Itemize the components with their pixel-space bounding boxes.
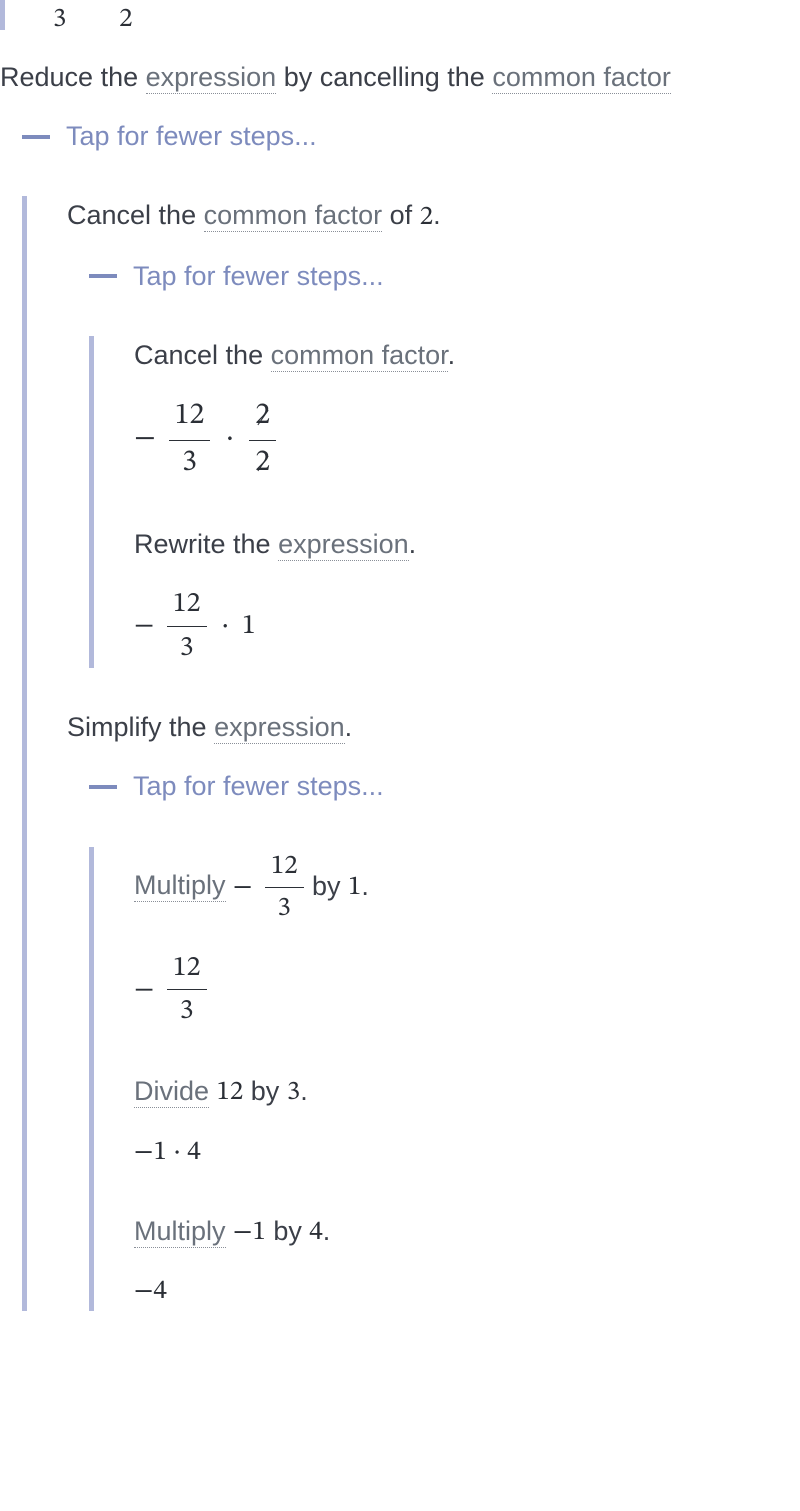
step2a-expression: − 12 3 ⋅ 2 2 bbox=[134, 395, 800, 485]
step3-text: Simplify the expression. bbox=[67, 708, 800, 747]
glossary-expression[interactable]: expression bbox=[146, 62, 277, 94]
step3a-text: Multiply − 12 3 by 1. bbox=[134, 847, 800, 928]
tap-fewer-steps-label: Tap for fewer steps... bbox=[66, 117, 317, 156]
step1-toggle[interactable]: Tap for fewer steps... bbox=[22, 117, 800, 156]
step3c-text: Multiply −1 by 4. bbox=[134, 1212, 800, 1252]
glossary-expression[interactable]: expression bbox=[278, 529, 409, 561]
step3b-expression: −1 ⋅ 4 bbox=[134, 1133, 800, 1172]
step2-text: Cancel the common factor of 2. bbox=[67, 196, 800, 236]
tap-fewer-steps-label: Tap for fewer steps... bbox=[133, 257, 384, 296]
cancel-mark: 2 bbox=[255, 442, 270, 486]
glossary-common-factor[interactable]: common factor bbox=[492, 62, 671, 94]
minus-icon bbox=[22, 135, 50, 139]
step2b-expression: − 12 3 ⋅ 1 bbox=[134, 584, 800, 668]
tap-fewer-steps-label: Tap for fewer steps... bbox=[133, 767, 384, 806]
glossary-expression[interactable]: expression bbox=[214, 712, 345, 744]
step2b-text: Rewrite the expression. bbox=[134, 525, 800, 564]
minus-icon bbox=[89, 274, 117, 278]
step3c-expression: −4 bbox=[134, 1272, 800, 1311]
step2a-text: Cancel the common factor. bbox=[134, 336, 800, 375]
step1-text: Reduce the expression by cancelling the … bbox=[0, 58, 800, 97]
glossary-divide[interactable]: Divide bbox=[134, 1076, 209, 1108]
cancel-mark: 2 bbox=[255, 395, 270, 439]
step3-toggle[interactable]: Tap for fewer steps... bbox=[89, 767, 800, 806]
step2-toggle[interactable]: Tap for fewer steps... bbox=[89, 257, 800, 296]
glossary-common-factor[interactable]: common factor bbox=[271, 340, 448, 372]
step3b-text: Divide 12 by 3. bbox=[134, 1072, 800, 1112]
glossary-multiply[interactable]: Multiply bbox=[134, 1216, 226, 1248]
glossary-common-factor[interactable]: common factor bbox=[204, 200, 383, 232]
glossary-multiply[interactable]: Multiply bbox=[134, 870, 226, 902]
step3a-expression: − 12 3 bbox=[134, 948, 800, 1032]
prev-expr-fragment: 3 2 bbox=[45, 0, 800, 30]
minus-icon bbox=[89, 785, 117, 789]
